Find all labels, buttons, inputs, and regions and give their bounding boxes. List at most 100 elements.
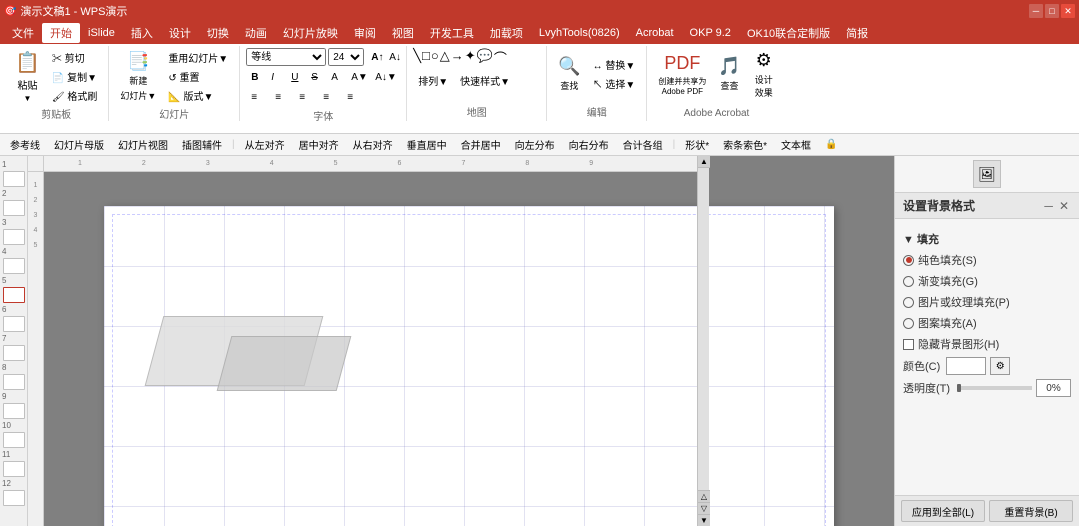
shape-triangle[interactable]: △ bbox=[440, 48, 450, 67]
toolbar-lock[interactable]: 🔒 bbox=[819, 137, 843, 152]
minimize-button[interactable]: ─ bbox=[1029, 4, 1043, 18]
hide-bg-checkbox[interactable] bbox=[903, 339, 914, 350]
shape-callout[interactable]: 💬 bbox=[477, 48, 493, 67]
scroll-down-button[interactable]: ▼ bbox=[698, 514, 710, 526]
shape-curve[interactable]: ⌒ bbox=[494, 48, 507, 67]
opacity-slider[interactable] bbox=[957, 386, 1032, 390]
menu-review[interactable]: 审阅 bbox=[346, 23, 384, 43]
menu-okp[interactable]: OKP 9.2 bbox=[682, 25, 739, 41]
toolbar-textbox[interactable]: 文本框 bbox=[775, 135, 817, 154]
select-button[interactable]: ↖ 选择▼ bbox=[588, 75, 641, 93]
audio-button[interactable]: 🎵 查查 bbox=[713, 48, 745, 100]
toolbar-align-right[interactable]: 从右对齐 bbox=[347, 135, 399, 154]
quick-style-button[interactable]: 快速样式▼ bbox=[455, 71, 515, 89]
pattern-fill-radio[interactable] bbox=[903, 318, 914, 329]
replace-button[interactable]: ↔ 替换▼ bbox=[588, 56, 641, 74]
menu-design[interactable]: 设计 bbox=[161, 23, 199, 43]
fill-expand-icon[interactable]: ▼ bbox=[903, 234, 914, 246]
justify-btn[interactable]: ≡ bbox=[318, 88, 340, 106]
font-increase-button[interactable]: A↑ bbox=[366, 48, 382, 66]
slider-handle[interactable] bbox=[957, 384, 961, 392]
reset-button[interactable]: ↺ 重置 bbox=[163, 67, 233, 85]
font-size-select[interactable]: 24 bbox=[328, 48, 364, 66]
menu-jianbo[interactable]: 简报 bbox=[838, 23, 876, 43]
menu-developer[interactable]: 开发工具 bbox=[422, 23, 482, 43]
gradient-fill-label[interactable]: 渐变填充(G) bbox=[918, 273, 978, 289]
menu-addins[interactable]: 加载项 bbox=[482, 23, 531, 43]
menu-view[interactable]: 视图 bbox=[384, 23, 422, 43]
slide-thumb-6[interactable] bbox=[3, 316, 25, 332]
toolbar-insert-assist[interactable]: 插图辅件 bbox=[176, 135, 228, 154]
highlight-button[interactable]: A↓▼ bbox=[370, 68, 396, 86]
menu-islide[interactable]: iSlide bbox=[80, 25, 123, 41]
shape-star[interactable]: ✦ bbox=[465, 48, 476, 67]
reuse-slide-button[interactable]: 重用幻灯片▼ bbox=[163, 48, 233, 66]
slide-thumb-2[interactable] bbox=[3, 200, 25, 216]
paste-dropdown[interactable]: ▼ bbox=[23, 94, 31, 103]
hide-bg-label[interactable]: 隐藏背景图形(H) bbox=[918, 336, 999, 352]
slide-thumb-10[interactable] bbox=[3, 432, 25, 448]
menu-insert[interactable]: 插入 bbox=[123, 23, 161, 43]
toolbar-dist-left[interactable]: 向左分布 bbox=[509, 135, 561, 154]
toolbar-slide-view[interactable]: 幻灯片视图 bbox=[112, 135, 174, 154]
slide-thumb-3[interactable] bbox=[3, 229, 25, 245]
align-center-btn[interactable]: ≡ bbox=[270, 88, 292, 106]
cut-button[interactable]: ✂ 剪切 bbox=[47, 48, 102, 66]
close-button[interactable]: ✕ bbox=[1061, 4, 1075, 18]
dist-btn[interactable]: ≡ bbox=[342, 88, 364, 106]
gradient-fill-radio[interactable] bbox=[903, 276, 914, 287]
toolbar-align-left[interactable]: 从左对齐 bbox=[239, 135, 291, 154]
shape-2[interactable] bbox=[217, 336, 352, 391]
slide-thumb-8[interactable] bbox=[3, 374, 25, 390]
copy-button[interactable]: 📄 复制▼ bbox=[47, 67, 102, 85]
scroll-track[interactable] bbox=[698, 168, 709, 490]
toolbar-shapes[interactable]: 形状* bbox=[679, 135, 715, 154]
canvas-area[interactable]: 1 2 3 4 5 6 7 8 9 bbox=[44, 156, 894, 526]
design-effect-button[interactable]: ⚙ 设计效果 bbox=[748, 48, 780, 100]
shadow-button[interactable]: A bbox=[326, 68, 344, 86]
color-picker-button[interactable]: ⚙ bbox=[990, 357, 1010, 375]
panel-minimize-button[interactable]: ─ bbox=[1042, 199, 1055, 213]
scroll-up-button[interactable]: ▲ bbox=[698, 156, 710, 168]
toolbar-dist-right[interactable]: 向右分布 bbox=[563, 135, 615, 154]
toolbar-align-center[interactable]: 居中对齐 bbox=[293, 135, 345, 154]
slide-thumb-7[interactable] bbox=[3, 345, 25, 361]
texture-fill-label[interactable]: 图片或纹理填充(P) bbox=[918, 294, 1010, 310]
toolbar-merge-center[interactable]: 合并居中 bbox=[455, 135, 507, 154]
solid-fill-label[interactable]: 纯色填充(S) bbox=[918, 252, 977, 268]
slide-thumb-5[interactable] bbox=[3, 287, 25, 303]
shape-rect[interactable]: □ bbox=[422, 48, 430, 67]
menu-slideshow[interactable]: 幻灯片放映 bbox=[275, 23, 346, 43]
texture-fill-radio[interactable] bbox=[903, 297, 914, 308]
color-swatch[interactable] bbox=[946, 357, 986, 375]
new-slide-button[interactable]: 📑 新建 幻灯片▼ bbox=[115, 50, 161, 102]
panel-close-button[interactable]: ✕ bbox=[1057, 199, 1071, 213]
menu-start[interactable]: 开始 bbox=[42, 23, 80, 43]
menu-file[interactable]: 文件 bbox=[4, 23, 42, 43]
menu-transition[interactable]: 切换 bbox=[199, 23, 237, 43]
layout-button[interactable]: 📐 版式▼ bbox=[163, 86, 233, 104]
opacity-value[interactable]: 0% bbox=[1036, 379, 1071, 397]
v-scrollbar[interactable]: ▲ △ ▽ ▼ bbox=[697, 156, 709, 526]
strikethrough-button[interactable]: S bbox=[306, 68, 324, 86]
shape-line[interactable]: ╲ bbox=[413, 48, 421, 67]
pattern-fill-label[interactable]: 图案填充(A) bbox=[918, 315, 977, 331]
toolbar-reference[interactable]: 参考线 bbox=[4, 135, 46, 154]
align-left-btn[interactable]: ≡ bbox=[246, 88, 268, 106]
toolbar-find-color[interactable]: 索条索色* bbox=[717, 135, 773, 154]
page-down-button[interactable]: ▽ bbox=[698, 502, 710, 514]
shape-circle[interactable]: ○ bbox=[431, 48, 439, 67]
toolbar-valign-center[interactable]: 垂直居中 bbox=[401, 135, 453, 154]
font-decrease-button[interactable]: A↓ bbox=[384, 48, 400, 66]
bold-button[interactable]: B bbox=[246, 68, 264, 86]
maximize-button[interactable]: □ bbox=[1045, 4, 1059, 18]
menu-lvyhtools[interactable]: LvyhTools(0826) bbox=[531, 25, 628, 41]
slide-thumb-11[interactable] bbox=[3, 461, 25, 477]
italic-button[interactable]: I bbox=[266, 68, 284, 86]
slide-thumb-1[interactable] bbox=[3, 171, 25, 187]
slide-thumb-4[interactable] bbox=[3, 258, 25, 274]
apply-all-button[interactable]: 应用到全部(L) bbox=[901, 500, 985, 522]
toolbar-merge-group[interactable]: 合计各组 bbox=[617, 135, 669, 154]
font-color-button[interactable]: A▼ bbox=[346, 68, 368, 86]
paste-button[interactable]: 📋 粘贴 ▼ bbox=[10, 50, 45, 102]
